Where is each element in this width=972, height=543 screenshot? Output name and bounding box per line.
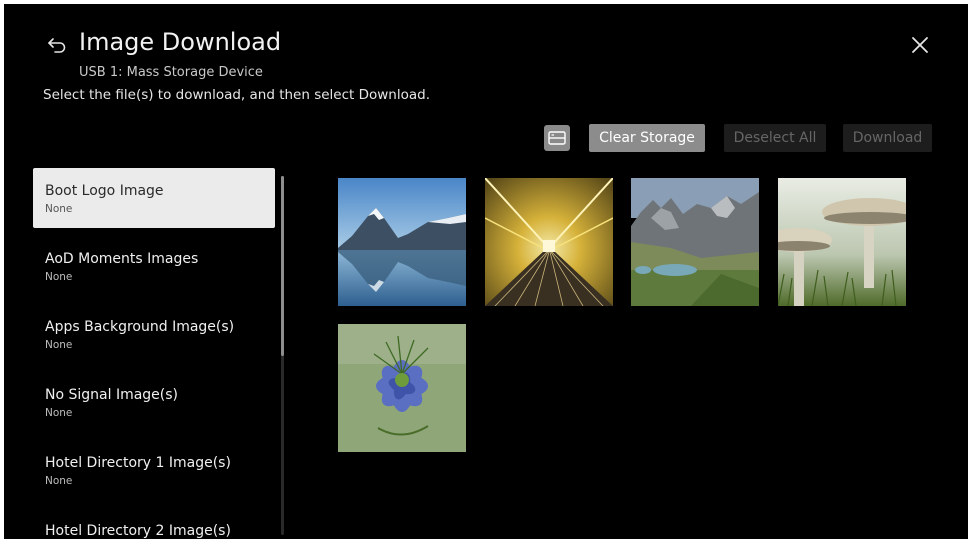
category-value: None xyxy=(45,475,73,487)
view-toggle-button[interactable] xyxy=(544,125,570,151)
category-value: None xyxy=(45,339,73,351)
image-thumbnail-mountain-lake[interactable] xyxy=(338,178,466,306)
category-value: None xyxy=(45,271,73,283)
instructions-text: Select the file(s) to download, and then… xyxy=(43,87,430,103)
image-thumbnail-mushrooms[interactable] xyxy=(778,178,906,306)
back-arrow-icon[interactable] xyxy=(46,34,68,56)
category-value: None xyxy=(45,407,73,419)
category-list: Boot Logo Image None AoD Moments Images … xyxy=(33,168,277,539)
image-thumbnail-rocky-mountains[interactable] xyxy=(631,178,759,306)
deselect-all-button[interactable]: Deselect All xyxy=(724,124,826,152)
category-item-hotel-directory-2[interactable]: Hotel Directory 2 Image(s) xyxy=(33,508,275,539)
category-label: AoD Moments Images xyxy=(45,251,199,267)
category-label: Boot Logo Image xyxy=(45,183,164,199)
category-scrollbar-thumb[interactable] xyxy=(281,176,284,356)
download-button[interactable]: Download xyxy=(843,124,932,152)
image-thumbnail-yellow-tunnel[interactable] xyxy=(485,178,613,306)
list-view-icon xyxy=(548,131,566,145)
category-label: Hotel Directory 1 Image(s) xyxy=(45,455,231,471)
category-label: No Signal Image(s) xyxy=(45,387,179,403)
category-label: Apps Background Image(s) xyxy=(45,319,235,335)
category-item-hotel-directory-1[interactable]: Hotel Directory 1 Image(s) None xyxy=(33,440,275,500)
category-value: None xyxy=(45,203,73,215)
image-download-screen: Image Download USB 1: Mass Storage Devic… xyxy=(4,4,968,539)
image-thumbnail-blue-flower[interactable] xyxy=(338,324,466,452)
clear-storage-button[interactable]: Clear Storage xyxy=(589,124,705,152)
category-item-boot-logo[interactable]: Boot Logo Image None xyxy=(33,168,275,228)
close-icon[interactable] xyxy=(909,34,931,56)
category-label: Hotel Directory 2 Image(s) xyxy=(45,523,231,539)
category-item-aod-moments[interactable]: AoD Moments Images None xyxy=(33,236,275,296)
device-subtitle: USB 1: Mass Storage Device xyxy=(79,65,263,80)
category-item-apps-background[interactable]: Apps Background Image(s) None xyxy=(33,304,275,364)
category-item-no-signal[interactable]: No Signal Image(s) None xyxy=(33,372,275,432)
page-title: Image Download xyxy=(79,28,282,56)
